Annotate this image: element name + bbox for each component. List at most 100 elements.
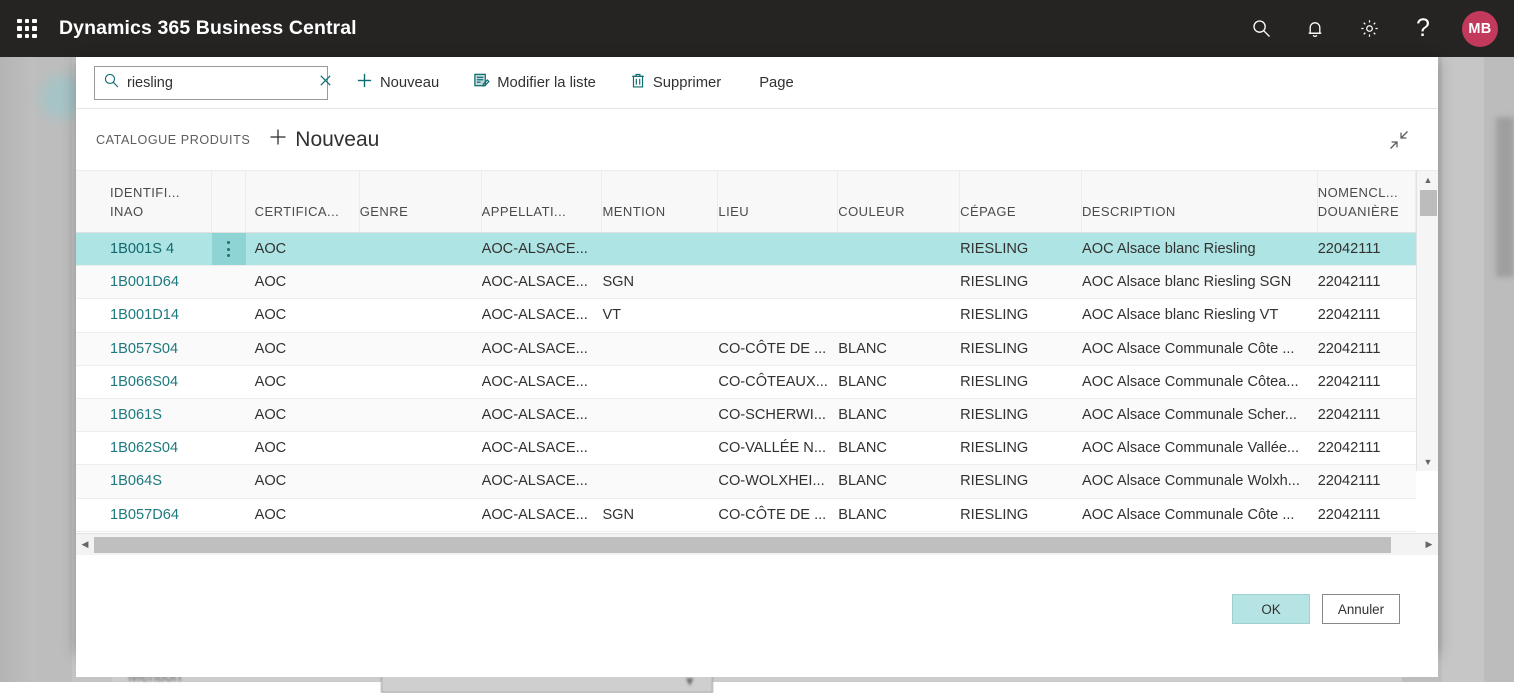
cell-coul[interactable]: BLANC (838, 499, 960, 531)
cell-lieu[interactable]: CO-CÔTE DE ... (718, 499, 838, 531)
cell-lieu[interactable]: CO-WOLXHEI... (718, 465, 838, 497)
cell-coul[interactable] (838, 299, 960, 331)
scroll-down-icon[interactable]: ▼ (1417, 453, 1439, 471)
cell-desc[interactable]: AOC Alsace Communale Wolxh... (1082, 465, 1318, 497)
column-header-mention[interactable]: MENTION (602, 171, 719, 232)
cell-genre[interactable] (360, 266, 482, 298)
cell-nom[interactable]: 22042111 (1318, 399, 1416, 431)
cell-id[interactable]: 1B001D14 (76, 299, 212, 331)
table-row[interactable]: 1B061S AOC AOC-ALSACE... CO-SCHERWI... BLANC… (76, 398, 1416, 433)
column-header-identifiant-inao[interactable]: IDENTIFI... INAO (76, 171, 213, 232)
vertical-scrollbar-thumb[interactable] (1420, 190, 1437, 216)
cell-genre[interactable] (360, 399, 482, 431)
cell-coul[interactable] (838, 266, 960, 298)
scroll-right-icon[interactable]: ▶ (1420, 534, 1438, 556)
cell-app[interactable]: AOC-ALSACE... (482, 432, 603, 464)
cell-cert[interactable]: AOC (246, 432, 360, 464)
row-actions-cell[interactable] (212, 432, 245, 464)
row-actions-cell[interactable] (212, 266, 245, 298)
column-header-genre[interactable]: GENRE (360, 171, 482, 232)
cell-lieu[interactable] (718, 299, 838, 331)
cell-id[interactable]: 1B061S (76, 399, 212, 431)
ok-button[interactable]: OK (1232, 594, 1310, 624)
horizontal-scrollbar-thumb[interactable] (94, 536, 1391, 553)
edit-list-button[interactable]: Modifier la liste (467, 66, 602, 100)
table-row[interactable]: 1B001D14 AOC AOC-ALSACE... VT RIESLING AOC Al… (76, 299, 1416, 333)
collapse-diagonal-icon[interactable] (1384, 125, 1414, 155)
cell-id[interactable]: 1B057D64 (76, 499, 212, 531)
close-icon[interactable] (316, 73, 335, 93)
cell-nom[interactable]: 22042111 (1318, 465, 1416, 497)
cell-app[interactable]: AOC-ALSACE... (482, 266, 603, 298)
cell-genre[interactable] (360, 233, 482, 265)
cell-desc[interactable]: AOC Alsace blanc Riesling SGN (1082, 266, 1318, 298)
column-header-certification[interactable]: CERTIFICA... (246, 171, 360, 232)
cell-desc[interactable]: AOC Alsace Communale Côtea... (1082, 366, 1318, 398)
settings-gear-icon[interactable] (1342, 0, 1396, 57)
column-header-description[interactable]: DESCRIPTION (1082, 171, 1318, 232)
cell-nom[interactable]: 22042111 (1318, 366, 1416, 398)
row-actions-cell[interactable] (212, 399, 245, 431)
cell-coul[interactable]: BLANC (838, 465, 960, 497)
cell-app[interactable]: AOC-ALSACE... (482, 333, 603, 365)
scroll-up-icon[interactable]: ▲ (1417, 171, 1439, 189)
column-header-appellation[interactable]: APPELLATI... (482, 171, 603, 232)
cell-cep[interactable]: RIESLING (960, 299, 1082, 331)
cell-app[interactable]: AOC-ALSACE... (482, 465, 603, 497)
cell-lieu[interactable] (718, 266, 838, 298)
cell-ment[interactable] (602, 432, 718, 464)
cell-cep[interactable]: RIESLING (960, 333, 1082, 365)
cell-cep[interactable]: RIESLING (960, 465, 1082, 497)
cell-ment[interactable] (602, 399, 718, 431)
column-header-cepage[interactable]: CÉPAGE (960, 171, 1082, 232)
avatar[interactable]: MB (1462, 10, 1498, 47)
cell-id[interactable]: 1B064S (76, 465, 212, 497)
cell-app[interactable]: AOC-ALSACE... (482, 366, 603, 398)
cell-coul[interactable]: BLANC (838, 366, 960, 398)
cell-id[interactable]: 1B001D64 (76, 266, 212, 298)
cell-cert[interactable]: AOC (246, 266, 360, 298)
cell-cert[interactable]: AOC (246, 333, 360, 365)
row-actions-cell[interactable] (212, 499, 245, 531)
table-row[interactable]: 1B001S 4 AOC AOC-ALSACE... RIESLING AOC Alsa… (76, 233, 1416, 267)
column-header-lieu[interactable]: LIEU (718, 171, 839, 232)
cell-ment[interactable]: VT (602, 299, 718, 331)
cell-app[interactable]: AOC-ALSACE... (482, 233, 603, 265)
cell-id[interactable]: 1B066S04 (76, 366, 212, 398)
column-header-nomenclature-douaniere[interactable]: NOMENCL... DOUANIÈRE (1318, 171, 1417, 232)
table-row[interactable]: 1B064S AOC AOC-ALSACE... CO-WOLXHEI... BLANC… (76, 465, 1416, 499)
delete-button[interactable]: Supprimer (624, 66, 727, 100)
row-actions-cell[interactable] (212, 465, 245, 497)
cancel-button[interactable]: Annuler (1322, 594, 1400, 624)
cell-cep[interactable]: RIESLING (960, 266, 1082, 298)
cell-nom[interactable]: 22042111 (1318, 266, 1416, 298)
cell-app[interactable]: AOC-ALSACE... (482, 299, 603, 331)
cell-cep[interactable]: RIESLING (960, 499, 1082, 531)
cell-ment[interactable] (602, 465, 718, 497)
cell-desc[interactable]: AOC Alsace blanc Riesling (1082, 233, 1318, 265)
cell-cert[interactable]: AOC (246, 299, 360, 331)
cell-genre[interactable] (360, 366, 482, 398)
cell-cert[interactable]: AOC (246, 399, 360, 431)
more-options-icon[interactable] (212, 233, 246, 266)
cell-ment[interactable]: SGN (602, 266, 718, 298)
cell-coul[interactable]: BLANC (838, 333, 960, 365)
notifications-bell-icon[interactable] (1288, 0, 1342, 57)
cell-genre[interactable] (360, 333, 482, 365)
cell-genre[interactable] (360, 465, 482, 497)
cell-ment[interactable]: SGN (602, 499, 718, 531)
cell-cep[interactable]: RIESLING (960, 432, 1082, 464)
cell-genre[interactable] (360, 432, 482, 464)
cell-nom[interactable]: 22042111 (1318, 233, 1416, 265)
cell-desc[interactable]: AOC Alsace Communale Côte ... (1082, 499, 1318, 531)
cell-lieu[interactable]: CO-SCHERWI... (718, 399, 838, 431)
cell-cep[interactable]: RIESLING (960, 399, 1082, 431)
page-menu-button[interactable]: Page (753, 66, 800, 100)
cell-nom[interactable]: 22042111 (1318, 299, 1416, 331)
cell-cep[interactable]: RIESLING (960, 366, 1082, 398)
cell-nom[interactable]: 22042111 (1318, 333, 1416, 365)
row-actions-cell[interactable] (212, 299, 245, 331)
cell-cert[interactable]: AOC (246, 233, 360, 265)
cell-desc[interactable]: AOC Alsace Communale Vallée... (1082, 432, 1318, 464)
dialog-new-button[interactable]: Nouveau (268, 127, 379, 153)
